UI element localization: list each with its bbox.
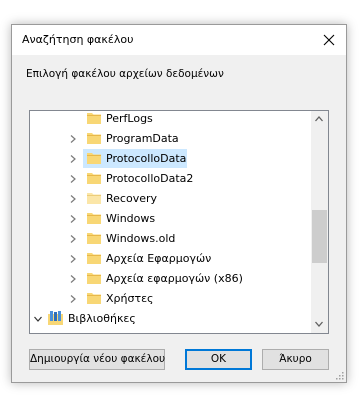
folder-icon — [87, 233, 101, 244]
ok-button[interactable]: OK — [185, 349, 252, 370]
folder-icon — [87, 133, 101, 144]
close-icon — [323, 34, 335, 46]
tree-item-windows-old[interactable]: Windows.old — [30, 229, 312, 249]
new-folder-button[interactable]: Δημιουργία νέου φακέλου — [29, 349, 165, 370]
chevron-right-icon[interactable] — [70, 235, 76, 243]
vertical-scrollbar[interactable] — [311, 111, 328, 333]
scroll-down-button[interactable] — [311, 316, 328, 333]
tree-item-users[interactable]: Χρήστες — [30, 289, 312, 309]
scroll-up-button[interactable] — [311, 111, 328, 128]
folder-icon — [87, 293, 101, 304]
chevron-right-icon[interactable] — [70, 175, 76, 183]
tree-item-recovery[interactable]: Recovery — [30, 189, 312, 209]
tree-item-label: Βιβλιοθήκες — [68, 312, 136, 325]
chevron-right-icon[interactable] — [70, 295, 76, 303]
folder-icon — [87, 213, 101, 224]
dialog-title: Αναζήτηση φακέλου — [22, 33, 134, 46]
tree-item-label: ProgramData — [106, 132, 179, 145]
chevron-right-icon[interactable] — [70, 195, 76, 203]
folder-tree[interactable]: PerfLogs ProgramData ProtocolloData Prot… — [29, 110, 329, 334]
tree-item-label: Αρχεία Εφαρμογών — [106, 252, 212, 265]
close-button[interactable] — [312, 25, 346, 55]
instruction-text: Επιλογή φακέλου αρχείων δεδομένων — [26, 68, 224, 80]
tree-item-label: Windows — [106, 212, 156, 225]
tree-item-program-files-x86[interactable]: Αρχεία εφαρμογών (x86) — [30, 269, 312, 289]
tree-item-windows[interactable]: Windows — [30, 209, 312, 229]
folder-icon — [87, 153, 101, 164]
chevron-right-icon[interactable] — [70, 215, 76, 223]
folder-icon — [87, 173, 101, 184]
chevron-right-icon[interactable] — [70, 255, 76, 263]
folder-icon — [87, 193, 101, 204]
resize-grip-icon[interactable] — [334, 370, 344, 380]
browse-folder-dialog: Αναζήτηση φακέλου Επιλογή φακέλου αρχείω… — [11, 24, 347, 383]
tree-item-label: Recovery — [106, 192, 158, 205]
tree-item-label: ProtocolloData2 — [106, 172, 194, 185]
tree-item-label: ProtocolloData — [106, 152, 187, 165]
chevron-right-icon[interactable] — [70, 275, 76, 283]
folder-icon — [87, 113, 101, 124]
cancel-button[interactable]: Άκυρο — [262, 349, 329, 370]
tree-item-label: Χρήστες — [106, 292, 154, 305]
folder-icon — [87, 253, 101, 264]
libraries-icon — [48, 311, 63, 325]
title-bar: Αναζήτηση φακέλου — [12, 25, 346, 55]
folder-icon — [87, 273, 101, 284]
tree-item-label: PerfLogs — [106, 112, 153, 125]
chevron-up-icon — [315, 116, 323, 122]
tree-item-label: Αρχεία εφαρμογών (x86) — [106, 272, 243, 285]
tree-item-program-files[interactable]: Αρχεία Εφαρμογών — [30, 249, 312, 269]
scroll-thumb[interactable] — [312, 210, 327, 263]
tree-item-libraries[interactable]: Βιβλιοθήκες — [30, 309, 312, 329]
tree-item-protocollodata2[interactable]: ProtocolloData2 — [30, 169, 312, 189]
chevron-down-icon[interactable] — [34, 316, 42, 322]
chevron-right-icon[interactable] — [70, 135, 76, 143]
chevron-right-icon[interactable] — [70, 155, 76, 163]
chevron-down-icon — [315, 321, 323, 327]
tree-item-protocollodata[interactable]: ProtocolloData — [30, 149, 312, 169]
tree-item-label: Windows.old — [106, 232, 176, 245]
tree-item-programdata[interactable]: ProgramData — [30, 129, 312, 149]
tree-item-perflogs[interactable]: PerfLogs — [30, 111, 312, 129]
